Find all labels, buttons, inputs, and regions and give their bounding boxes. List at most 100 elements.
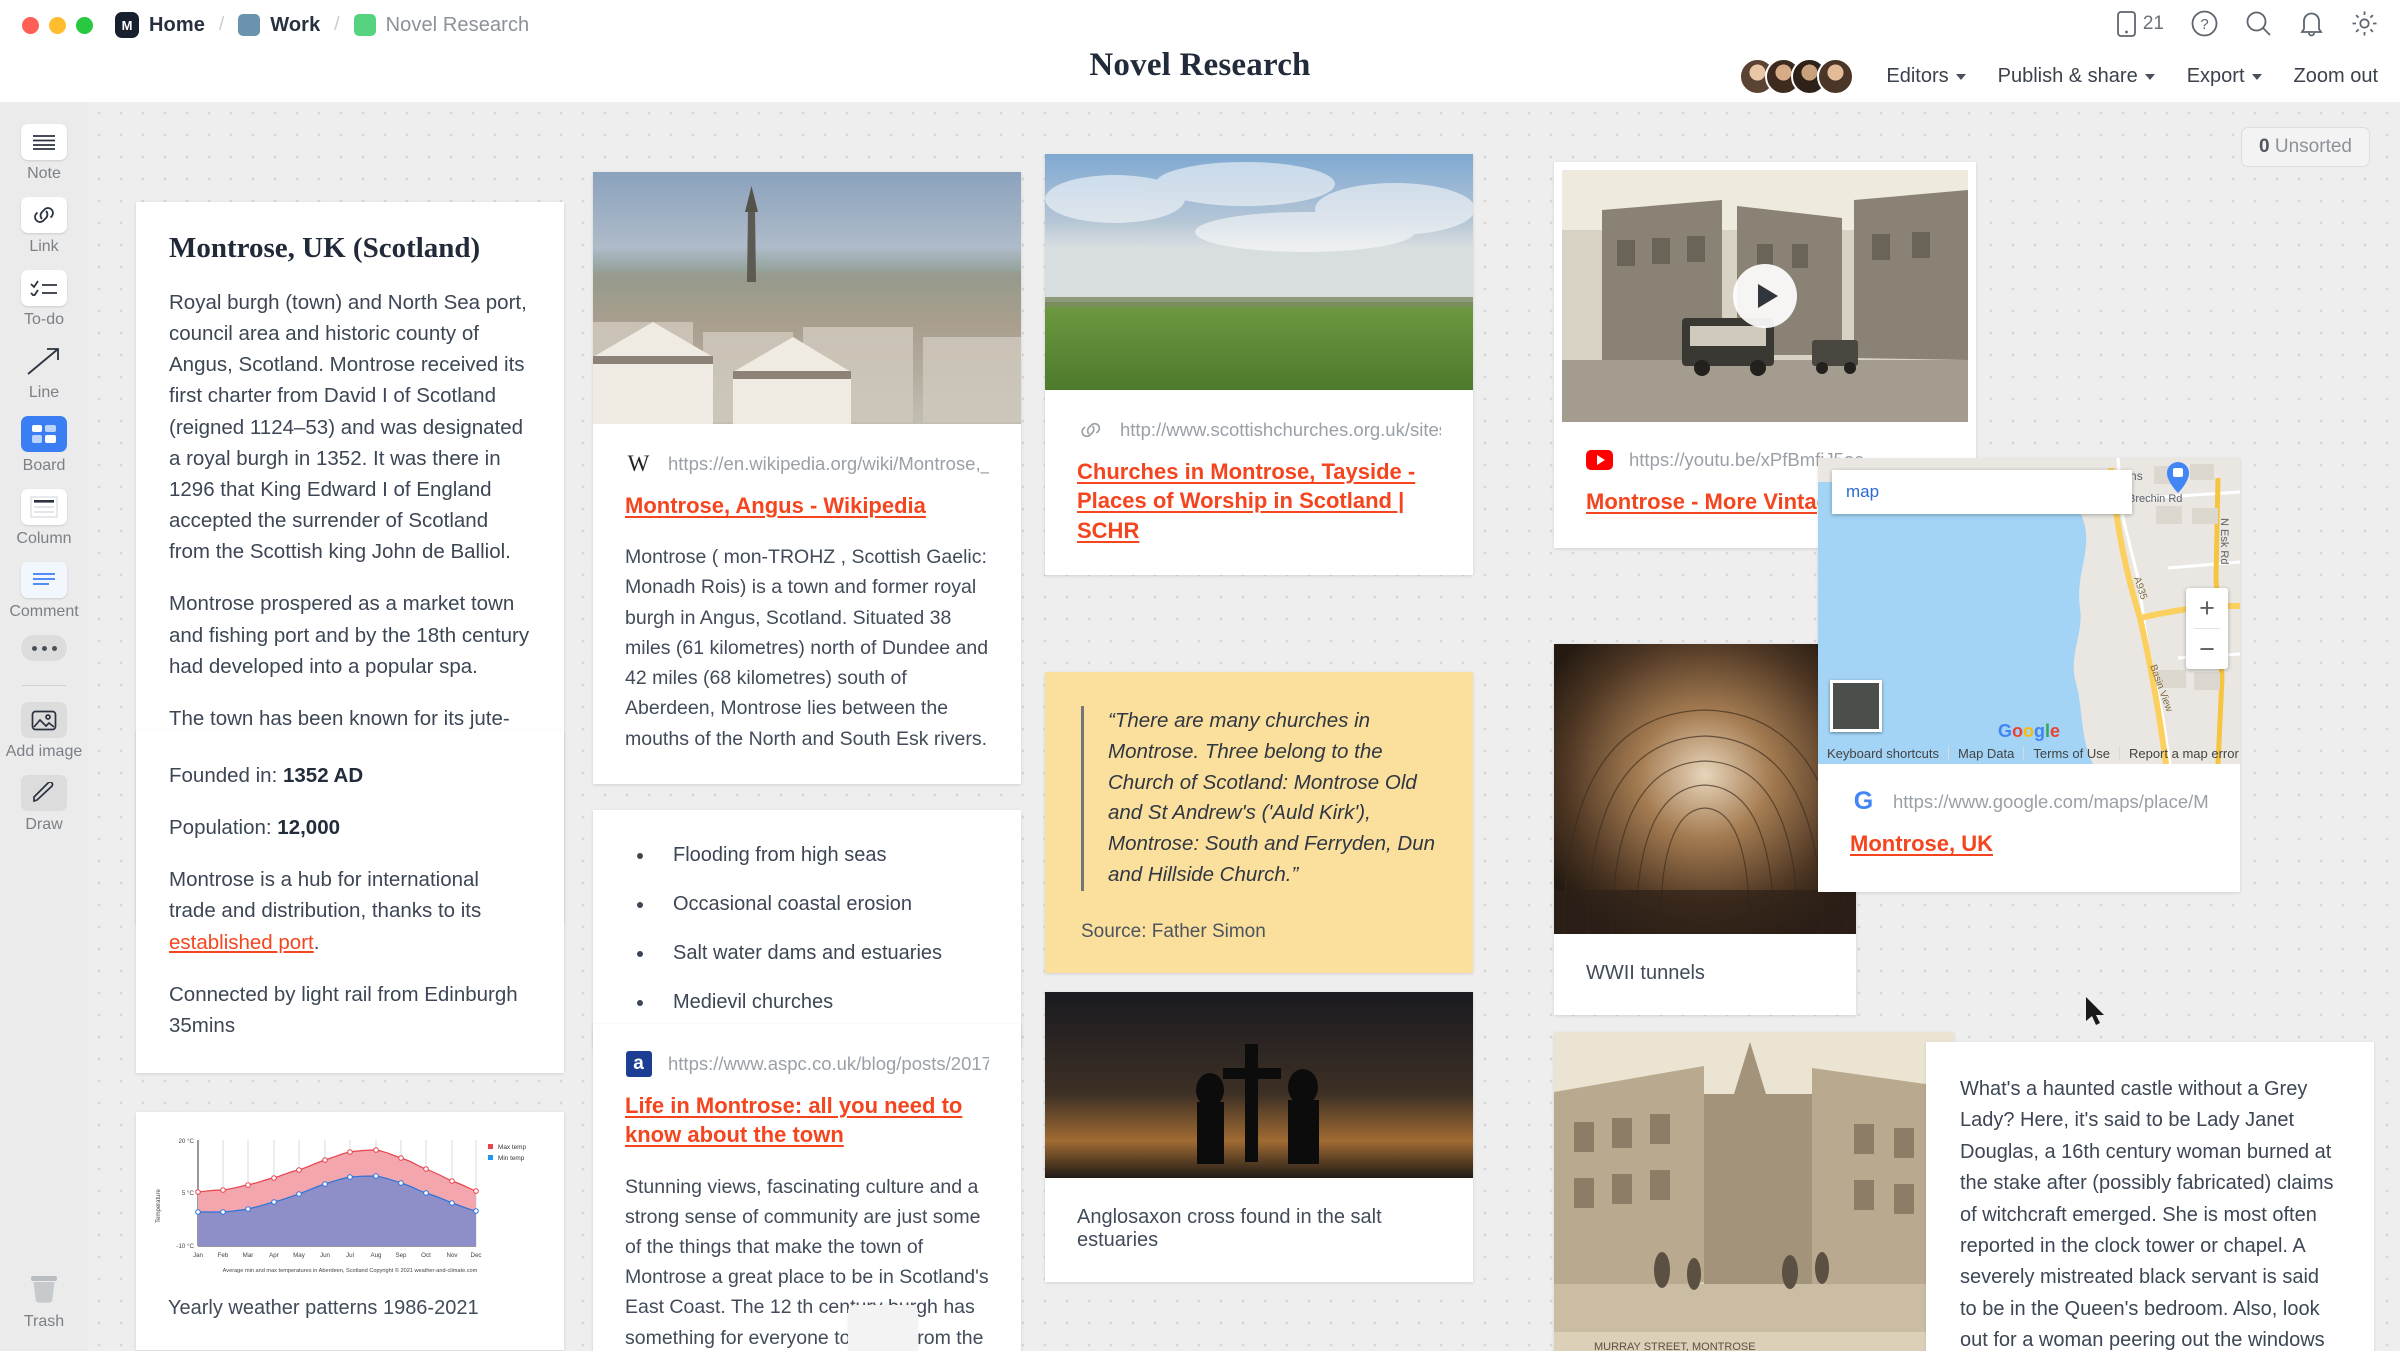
svg-text:N Esk Rd: N Esk Rd [2218,518,2230,564]
unsorted-badge[interactable]: 0 Unsorted [2241,127,2370,167]
tool-add-image[interactable]: Add image [5,702,83,761]
map-search-input[interactable]: map [1832,470,2132,514]
card-todo-list[interactable]: Flooding from high seas Occasional coast… [593,810,1021,1048]
map-report-error-link[interactable]: Report a map error [2118,745,2240,761]
card-quote[interactable]: “There are many churches in Montrose. Th… [1045,672,1473,973]
toolbar-divider [22,685,66,686]
map-satellite-toggle[interactable] [1830,680,1882,732]
todo-item[interactable]: Flooding from high seas [637,844,989,867]
google-map-embed[interactable]: Brechin Rd N Esk Rd A935 Basin View gain… [1818,458,2240,764]
churches-title-link[interactable]: Churches in Montrose, Tayside - Places o… [1045,443,1473,575]
header-actions: Editors Publish & share Export Zoom out [1739,58,2378,95]
map-footer: Keyboard shortcuts Map Data Terms of Use… [1818,742,2240,764]
gmaps-title-link[interactable]: Montrose, UK [1818,815,2240,892]
close-window-button[interactable] [22,16,39,34]
editors-menu[interactable]: Editors [1886,65,1966,88]
population-row: Population: 12,000 [169,812,531,843]
tool-line[interactable]: Line [21,343,67,402]
breadcrumb-separator: / [218,14,225,35]
svg-text:Aug: Aug [370,1252,382,1259]
haunted-note-text: What's a haunted castle without a Grey L… [1960,1078,2334,1351]
zoom-out-button[interactable]: Zoom out [2294,65,2378,88]
tool-label-add-image: Add image [5,743,83,760]
card-street-image[interactable]: MURRAY STREET, MONTROSE [1554,1032,1954,1351]
topbar-actions: 21 ? [2116,10,2378,37]
tool-draw[interactable]: Draw [21,775,67,834]
quote-text: “There are many churches in Montrose. Th… [1081,706,1437,891]
svg-text:20 °C: 20 °C [178,1138,194,1145]
card-aspc-link[interactable]: a https://www.aspc.co.uk/blog/posts/2017… [593,1024,1021,1351]
search-button[interactable] [2245,10,2272,37]
tool-note[interactable]: Note [21,124,67,183]
card-facts-note[interactable]: Founded in: 1352 AD Population: 12,000 M… [136,730,564,1074]
tool-more[interactable] [21,635,67,661]
card-wikipedia-link[interactable]: W https://en.wikipedia.org/wiki/Montrose… [593,172,1021,784]
tool-link[interactable]: Link [21,197,67,256]
svg-text:Min temp: Min temp [498,1155,525,1162]
tool-trash[interactable]: Trash [24,1268,64,1331]
population-value: 12,000 [277,816,340,840]
editor-avatars[interactable] [1739,58,1855,95]
youtube-video-thumbnail[interactable] [1562,170,1968,422]
tunnels-caption: WWII tunnels [1586,962,1705,984]
todo-item[interactable]: Occasional coastal erosion [637,893,989,916]
publish-share-label: Publish & share [1997,65,2138,87]
todo-item[interactable]: Salt water dams and estuaries [637,942,989,965]
add-image-icon [21,702,67,738]
breadcrumb-item-novel-research[interactable]: Novel Research [353,14,530,37]
maximize-window-button[interactable] [76,16,93,34]
tool-column[interactable]: Column [16,489,72,548]
window-traffic-lights[interactable] [22,16,93,34]
tool-todo[interactable]: To-do [21,270,67,329]
card-churches-link[interactable]: http://www.scottishchurches.org.uk/sites… [1045,154,1473,575]
card-weather-chart[interactable]: 20 °C 5 °C -10 °C Temperature Jan Feb Mar … [136,1112,564,1350]
svg-text:Jan: Jan [193,1252,204,1259]
map-keyboard-shortcuts[interactable]: Keyboard shortcuts [1818,746,1948,761]
murray-street-image: MURRAY STREET, MONTROSE [1554,1032,1954,1351]
play-button[interactable] [1733,264,1797,328]
wikipedia-title-link[interactable]: Montrose, Angus - Wikipedia [593,477,1021,520]
weather-chart: 20 °C 5 °C -10 °C Temperature Jan Feb Mar … [136,1112,564,1285]
green-folder-icon [353,14,376,36]
tool-comment[interactable]: Comment [9,562,79,621]
export-label: Export [2186,65,2245,87]
map-terms-link[interactable]: Terms of Use [2023,745,2119,761]
aspc-title-link[interactable]: Life in Montrose: all you need to know a… [593,1077,1021,1150]
map-data-link[interactable]: Map Data [1948,745,2023,761]
mobile-device-indicator[interactable]: 21 [2116,10,2164,37]
card-google-maps[interactable]: Brechin Rd N Esk Rd A935 Basin View gain… [1818,458,2240,893]
map-zoom-in-button[interactable]: + [2186,588,2228,628]
chevron-down-icon [2251,73,2262,80]
gmaps-url: https://www.google.com/maps/place/Montro… [1893,790,2208,812]
link-icon [21,197,67,233]
mouse-cursor [2086,997,2104,1025]
todo-item[interactable]: Medievil churches [637,991,989,1014]
card-tunnels-image[interactable]: WWII tunnels [1554,644,1856,1015]
avatar[interactable] [1817,58,1855,95]
export-menu[interactable]: Export [2187,65,2262,88]
tool-label-link: Link [29,238,59,255]
svg-text:Mar: Mar [243,1252,254,1259]
map-zoom-controls[interactable]: + − [2186,588,2228,669]
svg-text:?: ? [2200,16,2208,33]
map-zoom-out-button[interactable]: − [2186,629,2228,669]
notifications-button[interactable] [2299,10,2324,37]
established-port-link[interactable]: established port [169,931,314,954]
publish-share-menu[interactable]: Publish & share [1998,65,2155,88]
map-search-value: map [1846,482,1880,501]
svg-text:Apr: Apr [269,1252,279,1259]
card-cross-image[interactable]: Anglosaxon cross found in the salt estua… [1045,992,1473,1282]
help-button[interactable]: ? [2191,10,2218,37]
breadcrumb-label-work: Work [270,13,321,36]
svg-text:Dec: Dec [470,1252,481,1259]
minimize-window-button[interactable] [49,16,66,34]
breadcrumb-item-work[interactable]: Work [238,14,320,37]
card-haunted-note[interactable]: What's a haunted castle without a Grey L… [1926,1042,2374,1351]
tool-board[interactable]: Board [21,416,67,475]
quote-source: Source: Father Simon [1081,920,1266,942]
page-tab[interactable] [848,1305,918,1351]
breadcrumb-item-home[interactable]: M Home [115,12,205,38]
board-canvas[interactable]: 0 Unsorted Montrose, UK (Scotland) Royal… [88,102,2400,1351]
more-dots-icon [21,635,67,661]
settings-button[interactable] [2351,10,2378,37]
